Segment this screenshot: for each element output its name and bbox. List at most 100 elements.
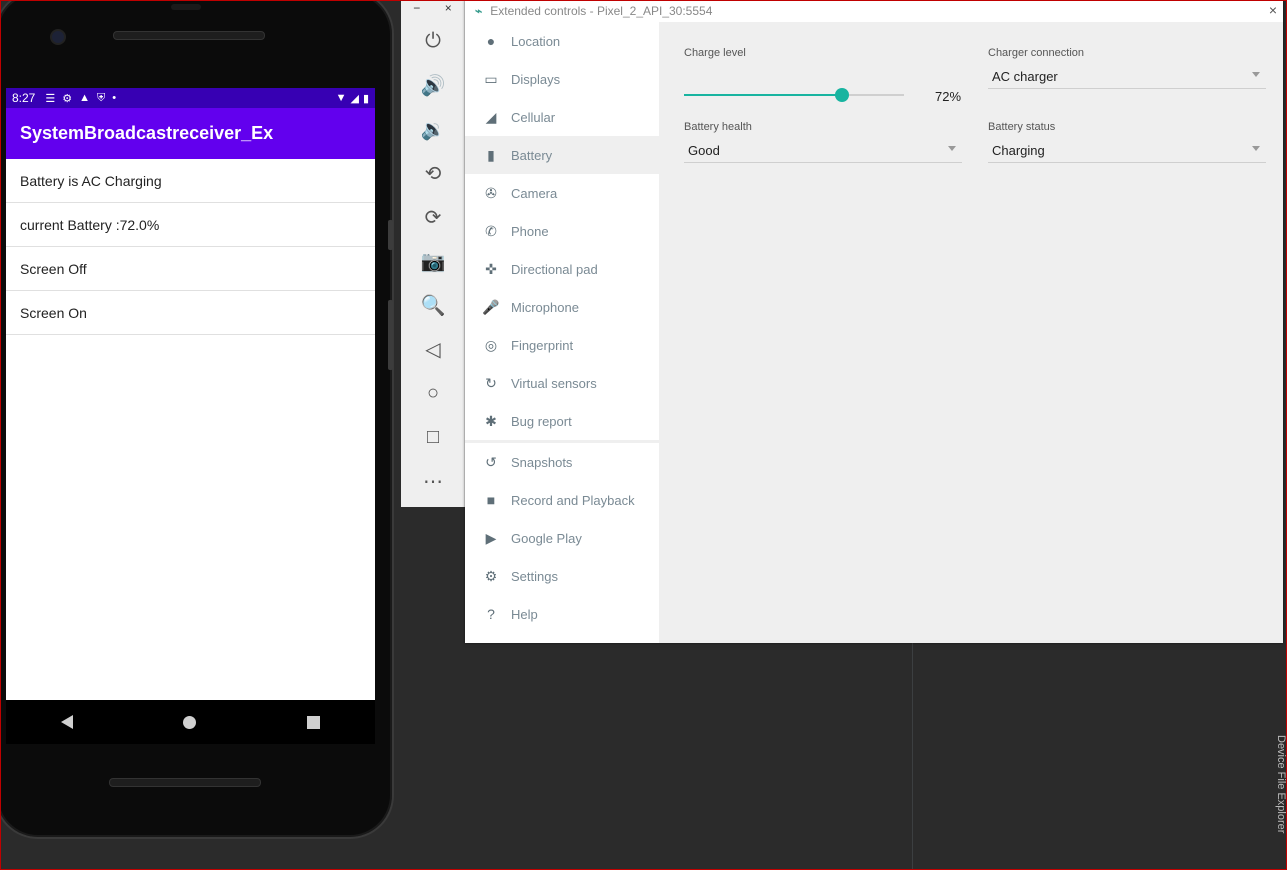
sidebar-item-record-playback[interactable]: ■ Record and Playback bbox=[465, 481, 659, 519]
sidebar-item-displays[interactable]: ▭ Displays bbox=[465, 60, 659, 98]
sidebar-item-label: Record and Playback bbox=[511, 492, 635, 508]
power-icon[interactable]: ⏻ bbox=[418, 26, 448, 56]
pin-icon: ● bbox=[486, 33, 496, 49]
more-icon[interactable]: ⋯ bbox=[418, 466, 448, 496]
shield-icon: ⛨ bbox=[97, 91, 106, 104]
bottom-speaker bbox=[109, 778, 261, 787]
list-item[interactable]: Battery is AC Charging bbox=[6, 159, 375, 203]
list-item[interactable]: current Battery :72.0% bbox=[6, 203, 375, 247]
sidebar-item-label: Google Play bbox=[511, 530, 582, 546]
sidebar-item-microphone[interactable]: 🎤 Microphone bbox=[465, 288, 659, 326]
sidebar-item-label: Displays bbox=[511, 71, 561, 87]
status-right: ▼ ◢ ▮ bbox=[336, 92, 369, 105]
ext-sidebar: ● Location ▭ Displays ◢ Cellular ▮ Battery ✇… bbox=[465, 22, 659, 643]
rotate-left-icon[interactable]: ⟲ bbox=[418, 158, 448, 188]
sidebar-item-label: Snapshots bbox=[511, 454, 573, 470]
device-file-explorer-tab[interactable]: Device File Explorer bbox=[1275, 735, 1287, 855]
dpad-icon: ✜ bbox=[485, 260, 497, 277]
emulator-toolbar: − × ⏻ 🔊 🔉 ⟲ ⟳ 📷 🔍 ◁ ○ □ ⋯ bbox=[401, 0, 465, 507]
minimize-button[interactable]: − bbox=[413, 1, 420, 15]
sidebar-item-camera[interactable]: ✇ Camera bbox=[465, 174, 659, 212]
charger-connection-label: Charger connection bbox=[988, 47, 1085, 59]
gear-icon: ⚙ bbox=[484, 567, 498, 584]
nav-back-button[interactable] bbox=[61, 715, 74, 729]
ext-close-button[interactable]: × bbox=[1269, 2, 1277, 18]
mic-icon: 🎤 bbox=[482, 298, 500, 315]
battery-status-value: Charging bbox=[992, 143, 1045, 158]
camera-aperture-icon: ✇ bbox=[485, 184, 497, 201]
sidebar-item-virtual-sensors[interactable]: ↻ Virtual sensors bbox=[465, 364, 659, 402]
back-icon[interactable]: ◁ bbox=[418, 334, 448, 364]
slider-thumb[interactable] bbox=[835, 88, 850, 102]
sidebar-item-location[interactable]: ● Location bbox=[465, 22, 659, 60]
wifi-icon: ▼ bbox=[335, 92, 347, 104]
nav-recents-button[interactable] bbox=[306, 715, 320, 729]
sidebar-item-label: Settings bbox=[511, 568, 558, 584]
battery-health-label: Battery health bbox=[684, 121, 752, 133]
fingerprint-icon: ◎ bbox=[484, 336, 498, 353]
charge-level-value: 72% bbox=[935, 89, 962, 104]
help-icon: ? bbox=[487, 606, 495, 622]
sensor-icon: ↻ bbox=[485, 374, 497, 391]
list-item[interactable]: Screen Off bbox=[6, 247, 375, 291]
extended-controls-window: ⌁ Extended controls - Pixel_2_API_30:555… bbox=[465, 0, 1283, 643]
sidebar-item-label: Help bbox=[511, 606, 538, 622]
phone-screen[interactable]: 8:27 ☰ ⚙ ▲ ⛨ • ▼ ◢ ▮ SystemBroadcastrece… bbox=[6, 88, 375, 700]
sidebar-item-label: Battery bbox=[511, 147, 553, 163]
charger-connection-select[interactable]: AC charger bbox=[988, 64, 1266, 89]
chevron-down-icon bbox=[1252, 146, 1260, 151]
status-icons: ☰ ⚙ ▲ ⛨ • bbox=[45, 92, 116, 105]
display-icon: ▭ bbox=[484, 70, 498, 87]
ext-title: Extended controls - Pixel_2_API_30:5554 bbox=[490, 4, 713, 18]
home-icon[interactable]: ○ bbox=[418, 378, 448, 408]
chevron-down-icon bbox=[1252, 72, 1260, 77]
list-item[interactable]: Screen On bbox=[6, 291, 375, 335]
signal-icon: ◢ bbox=[485, 108, 497, 125]
phone-volume-button bbox=[388, 300, 393, 370]
sidebar-item-label: Camera bbox=[511, 185, 558, 201]
app-bar: SystemBroadcastreceiver_Ex bbox=[6, 108, 375, 159]
sidebar-item-snapshots[interactable]: ↺ Snapshots bbox=[465, 443, 659, 481]
sidebar-item-label: Fingerprint bbox=[511, 337, 574, 353]
battery-health-select[interactable]: Good bbox=[684, 138, 962, 163]
slider-fill bbox=[684, 94, 843, 96]
camera-icon[interactable]: 📷 bbox=[418, 246, 448, 276]
overview-icon[interactable]: □ bbox=[418, 422, 448, 452]
charger-connection-value: AC charger bbox=[992, 69, 1058, 84]
battery-health-value: Good bbox=[688, 143, 720, 158]
sidebar-item-help[interactable]: ? Help bbox=[465, 595, 659, 633]
battery-panel: Charge level 72% Charger connection AC c… bbox=[659, 22, 1283, 643]
nav-home-button[interactable] bbox=[183, 715, 197, 729]
charge-level-slider[interactable] bbox=[684, 88, 904, 102]
volume-down-icon[interactable]: 🔉 bbox=[418, 114, 448, 144]
sidebar-item-directional-pad[interactable]: ✜ Directional pad bbox=[465, 250, 659, 288]
sidebar-item-bug-report[interactable]: ✱ Bug report bbox=[465, 402, 659, 440]
rotate-right-icon[interactable]: ⟳ bbox=[418, 202, 448, 232]
sidebar-item-cellular[interactable]: ◢ Cellular bbox=[465, 98, 659, 136]
volume-up-icon[interactable]: 🔊 bbox=[418, 70, 448, 100]
cell-signal-icon: ◢ bbox=[350, 92, 359, 105]
a-icon: ▲ bbox=[79, 92, 90, 104]
sidebar-item-label: Virtual sensors bbox=[511, 375, 597, 391]
battery-status-select[interactable]: Charging bbox=[988, 138, 1266, 163]
sidebar-item-phone[interactable]: ✆ Phone bbox=[465, 212, 659, 250]
phone-power-button bbox=[388, 220, 393, 250]
battery-icon: ▮ bbox=[487, 146, 495, 163]
status-bar: 8:27 ☰ ⚙ ▲ ⛨ • ▼ ◢ ▮ bbox=[6, 88, 375, 108]
sidebar-item-settings[interactable]: ⚙ Settings bbox=[465, 557, 659, 595]
list-item-text: Battery is AC Charging bbox=[20, 172, 162, 189]
list-item-text: Screen Off bbox=[20, 260, 87, 277]
sidebar-item-google-play[interactable]: ▶ Google Play bbox=[465, 519, 659, 557]
video-icon: ■ bbox=[486, 492, 496, 508]
sidebar-item-battery[interactable]: ▮ Battery bbox=[465, 136, 659, 174]
close-button[interactable]: × bbox=[445, 1, 452, 15]
play-icon: ▶ bbox=[485, 529, 497, 546]
ext-title-bar: ⌁ Extended controls - Pixel_2_API_30:555… bbox=[465, 0, 1283, 22]
sidebar-item-label: Phone bbox=[511, 223, 549, 239]
top-speaker bbox=[113, 31, 265, 40]
sidebar-item-fingerprint[interactable]: ◎ Fingerprint bbox=[465, 326, 659, 364]
zoom-icon[interactable]: 🔍 bbox=[418, 290, 448, 320]
emulator-logo-icon: ⌁ bbox=[475, 4, 483, 18]
bug-icon: ✱ bbox=[485, 412, 497, 429]
phone-icon: ✆ bbox=[485, 222, 497, 239]
